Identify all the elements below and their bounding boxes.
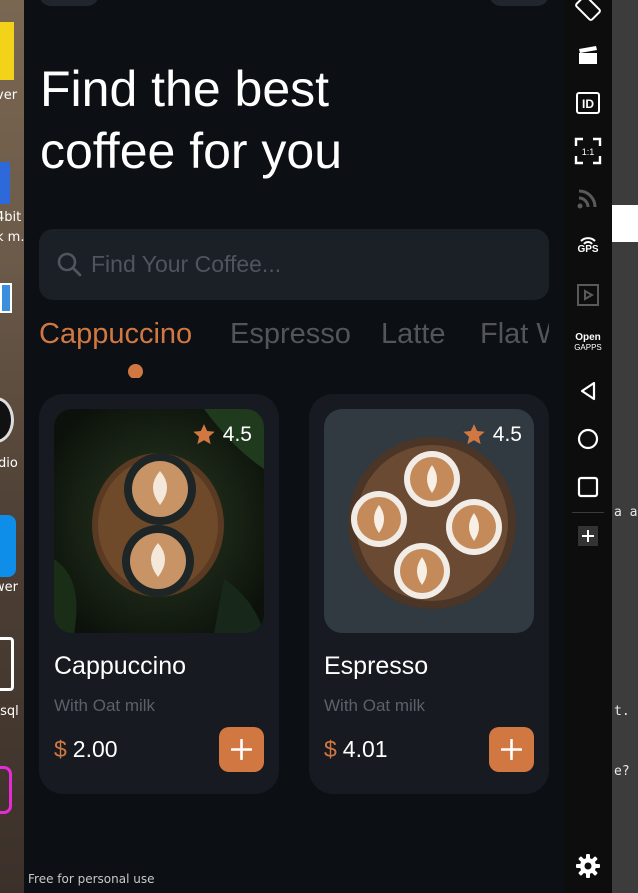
active-tab-indicator xyxy=(128,364,143,378)
gps-label: GPS xyxy=(577,244,599,255)
pixel-perfect-icon[interactable]: 1:1 xyxy=(564,131,612,171)
background-window-bar xyxy=(612,205,638,242)
gapps-label-1: Open xyxy=(575,332,601,343)
cappuccino-image: 4.5 xyxy=(54,409,264,633)
menu-button[interactable] xyxy=(39,0,99,6)
currency-symbol: $ xyxy=(54,736,67,762)
rating-badge: 4.5 xyxy=(461,422,522,448)
add-icon[interactable] xyxy=(564,516,612,556)
star-icon xyxy=(463,424,485,445)
desktop-icon-yellow[interactable] xyxy=(0,22,14,80)
id-icon[interactable]: ID xyxy=(564,83,612,123)
background-window: a a t. e? xyxy=(612,0,638,893)
toolbar-divider xyxy=(572,512,604,513)
desktop-icon-monitor[interactable] xyxy=(0,283,12,313)
espresso-image: 4.5 xyxy=(324,409,534,633)
coffee-subtitle: With Oat milk xyxy=(54,696,156,715)
pixel-label: 1:1 xyxy=(582,147,595,157)
back-icon[interactable] xyxy=(564,371,612,411)
desktop-icon-label: wer xyxy=(0,580,18,595)
coffee-price: $2.00 xyxy=(54,736,118,763)
id-label: ID xyxy=(582,97,594,111)
search-input[interactable]: Find Your Coffee... xyxy=(39,229,549,300)
cast-icon[interactable] xyxy=(564,178,612,218)
background-text: a a xyxy=(614,505,638,520)
coffee-name: Espresso xyxy=(324,652,429,680)
rating-value: 4.5 xyxy=(492,423,522,446)
gapps-label-2: GAPPS xyxy=(574,343,602,352)
background-text: e? xyxy=(614,764,630,779)
media-icon[interactable] xyxy=(564,275,612,315)
price-value: 2.00 xyxy=(72,736,118,762)
tab-flat-white[interactable]: Flat White xyxy=(480,318,549,351)
currency-symbol: $ xyxy=(324,736,337,762)
home-icon[interactable] xyxy=(564,419,612,459)
tab-latte[interactable]: Latte xyxy=(381,318,446,351)
desktop-icon-sql[interactable] xyxy=(0,637,14,691)
background-text: t. xyxy=(614,704,630,719)
recents-icon[interactable] xyxy=(564,467,612,507)
coffee-card[interactable]: 4.5 Espresso With Oat milk $4.01 xyxy=(309,394,549,794)
clapperboard-icon[interactable] xyxy=(564,35,612,75)
app-screen: Find the best coffee for you Find Your C… xyxy=(24,0,564,893)
add-to-cart-button[interactable] xyxy=(489,727,534,772)
desktop-background: ver 4bit k m.. dio wer .sql xyxy=(0,0,24,893)
coffee-name: Cappuccino xyxy=(54,652,187,680)
desktop-icon-label: ver xyxy=(0,88,18,103)
coffee-card[interactable]: 4.5 Cappuccino With Oat milk $2.00 xyxy=(39,394,279,794)
emulator-toolbar: ID 1:1 GPS Open GAPPS xyxy=(564,0,612,893)
settings-icon[interactable] xyxy=(564,846,612,886)
desktop-icon-pink[interactable] xyxy=(0,766,12,814)
open-gapps-icon[interactable]: Open GAPPS xyxy=(564,322,612,362)
desktop-icon-label: dio xyxy=(0,456,18,471)
add-to-cart-button[interactable] xyxy=(219,727,264,772)
desktop-icon-app[interactable] xyxy=(0,162,10,204)
search-placeholder: Find Your Coffee... xyxy=(91,251,282,277)
star-icon xyxy=(193,424,215,445)
profile-button[interactable] xyxy=(489,0,549,6)
price-value: 4.01 xyxy=(342,736,388,762)
tab-espresso[interactable]: Espresso xyxy=(230,318,351,351)
page-title: Find the best coffee for you xyxy=(40,58,480,182)
search-icon xyxy=(57,252,82,277)
desktop-icon-teamviewer[interactable] xyxy=(0,515,16,577)
coffee-price: $4.01 xyxy=(324,736,388,763)
tab-cappuccino[interactable]: Cappuccino xyxy=(39,318,192,351)
coffee-subtitle: With Oat milk xyxy=(324,696,426,715)
rotate-icon[interactable] xyxy=(564,0,612,28)
gps-icon[interactable]: GPS xyxy=(564,225,612,265)
title-line-2: coffee for you xyxy=(40,123,343,179)
desktop-icon-label: 4bit xyxy=(0,210,22,225)
category-tabs: Cappuccino Espresso Latte Flat White xyxy=(39,318,549,378)
desktop-icon-label: .sql xyxy=(0,704,19,719)
rating-value: 4.5 xyxy=(222,423,252,446)
desktop-icon-label: k m.. xyxy=(0,230,24,245)
watermark-text: Free for personal use xyxy=(28,872,155,886)
title-line-1: Find the best xyxy=(40,61,330,117)
rating-badge: 4.5 xyxy=(191,422,252,448)
plus-icon xyxy=(501,739,522,760)
plus-icon xyxy=(231,739,252,760)
desktop-icon-obs[interactable] xyxy=(0,397,14,443)
